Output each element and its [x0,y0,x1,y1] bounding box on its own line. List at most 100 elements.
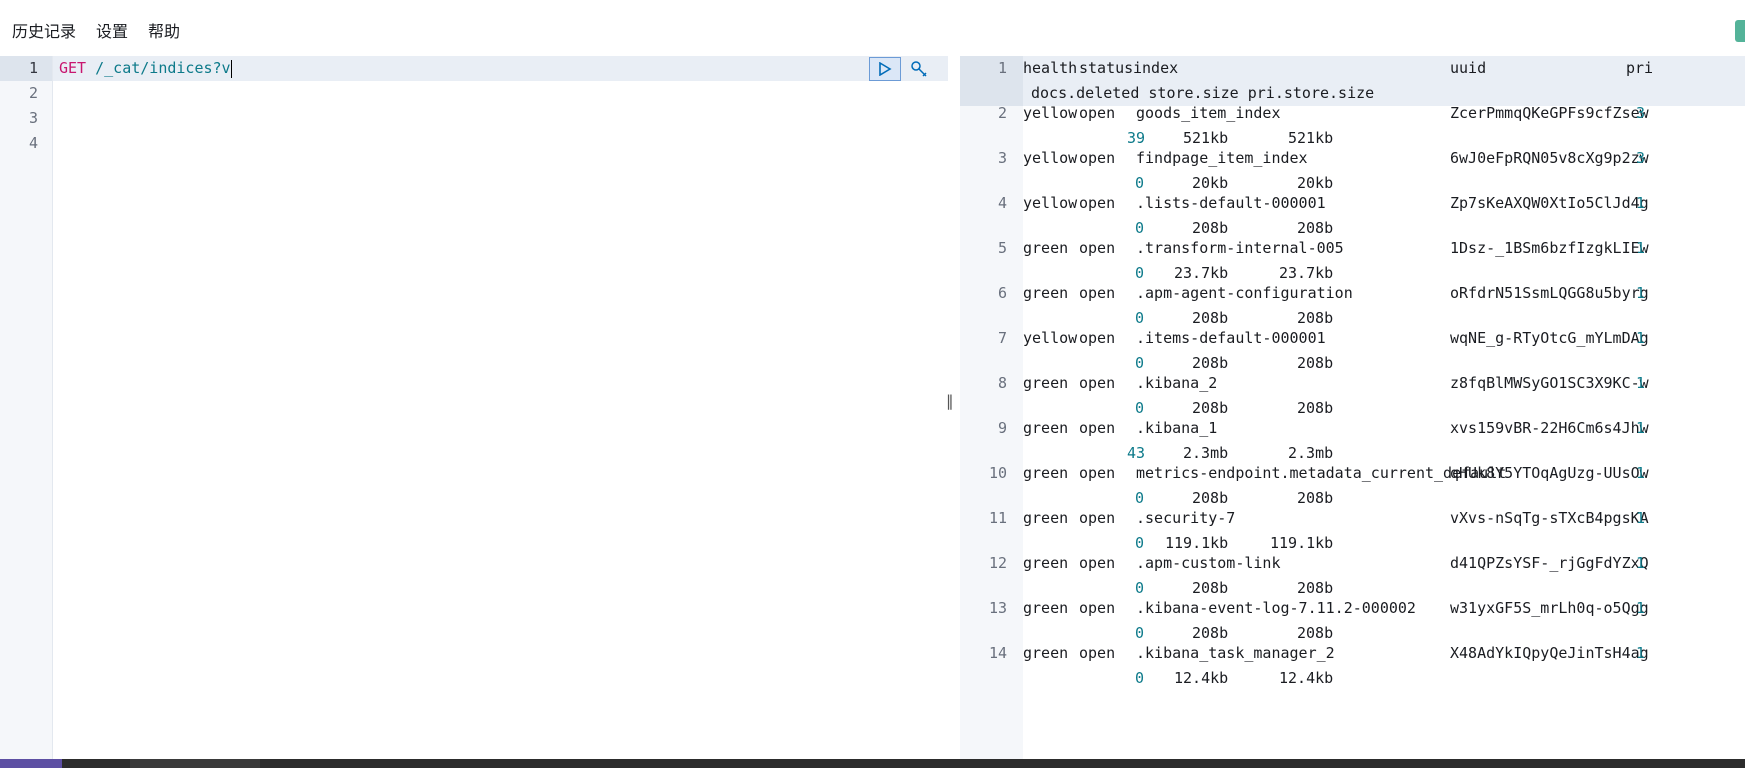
output-line-number: 5 [997,239,1007,257]
row-pri-store-size: 12.4kb [1279,669,1334,687]
row-status: open [1079,599,1116,617]
row-index: .transform-internal-005 [1136,239,1344,257]
output-header-row: health status index uuid pri docs.deleted sto… [1023,56,1745,106]
output-row: green open .security-7 vXvs-nSqTg-sTXcB4pgs… [1023,506,1745,556]
row-pri: 1 [1636,419,1646,437]
row-index: .apm-custom-link [1136,554,1281,572]
request-path: /_cat/indices?v [95,59,231,77]
output-row: green open .kibana_1 xvs159vBR-22H6Cm6s4Jhw… [1023,416,1745,466]
row-pri: 3 [1636,149,1646,167]
code-line[interactable] [53,81,948,106]
row-status: open [1079,239,1116,257]
output-line-number: 2 [997,104,1007,122]
row-health: green [1023,509,1069,527]
code-line[interactable] [53,106,948,131]
row-health: yellow [1023,329,1078,347]
http-method: GET [59,59,87,77]
row-health: green [1023,284,1069,302]
row-status: open [1079,464,1116,482]
output-line-number: 11 [988,509,1007,527]
row-health: green [1023,554,1069,572]
menu-help[interactable]: 帮助 [148,18,180,42]
menu-settings[interactable]: 设置 [96,18,128,42]
code-area[interactable]: GET /_cat/indices?v [53,56,948,759]
output-body: health status index uuid pri docs.deleted sto… [1023,56,1745,759]
row-status: open [1079,284,1116,302]
row-pri: 1 [1636,599,1646,617]
row-uuid: Zp7sKeAXQW0XtIo5ClJd4g [1450,194,1649,212]
text-cursor [230,59,232,78]
output-row: yellow open .lists-default-000001 Zp7sKeAXQ… [1023,191,1745,241]
row-status: open [1079,149,1116,167]
editor-line-number: 2 [28,84,38,102]
row-index: goods_item_index [1136,104,1281,122]
header-health: health [1023,59,1078,77]
header-pri: pri [1626,59,1654,77]
row-status: open [1079,194,1116,212]
output-line-number: 6 [997,284,1007,302]
row-health: green [1023,419,1069,437]
output-row: green open .transform-internal-005 1Dsz-_1B… [1023,236,1745,286]
row-health: yellow [1023,194,1078,212]
menu-history[interactable]: 历史记录 [12,18,76,42]
row-health: green [1023,374,1069,392]
header-index: index [1133,59,1179,77]
code-line[interactable] [53,131,948,156]
output-row: yellow open findpage_item_index 6wJ0eFpRQN0… [1023,146,1745,196]
output-row: green open .kibana_2 z8fqBlMWSyGO1SC3X9KC-w… [1023,371,1745,421]
row-health: yellow [1023,149,1078,167]
editor-gutter: 1 2 3 4 [0,56,53,759]
row-uuid: 6wJ0eFpRQN05v8cXg9p2zw [1450,149,1649,167]
output-line-number: 8 [997,374,1007,392]
code-line[interactable]: GET /_cat/indices?v [53,56,948,81]
row-pri: 1 [1636,644,1646,662]
row-index: .apm-agent-configuration [1136,284,1353,302]
row-index: .items-default-000001 [1136,329,1326,347]
wrench-icon [911,60,927,77]
output-line-number: 3 [997,149,1007,167]
output-active-line-highlight [960,56,1023,106]
output-line-number: 12 [988,554,1007,572]
row-index: .kibana_2 [1136,374,1218,392]
row-status: open [1079,509,1116,527]
output-row: green open .kibana-event-log-7.11.2-000002… [1023,596,1745,646]
row-uuid: qHUk8Y5YTOqAgUzg-UUsOw [1450,464,1649,482]
editor-line-number: 4 [28,134,38,152]
row-pri: 1 [1636,509,1646,527]
row-health: yellow [1023,104,1078,122]
corner-badge[interactable] [1735,20,1745,42]
row-uuid: w31yxGF5S_mrLh0q-o5Qgg [1450,599,1649,617]
row-status: open [1079,329,1116,347]
output-line-number: 10 [988,464,1007,482]
row-pri: 1 [1636,374,1646,392]
row-health: green [1023,599,1069,617]
request-actions [869,56,931,81]
row-index: .kibana_task_manager_2 [1136,644,1335,662]
taskbar [0,759,1745,768]
output-line-number: 1 [997,59,1007,77]
row-uuid: X48AdYkIQpyQeJinTsH4ag [1450,644,1649,662]
wrench-settings-button[interactable] [907,57,931,81]
row-uuid: d41QPZsYSF-_rjGgFdYZxQ [1450,554,1649,572]
row-pri: 1 [1636,554,1646,572]
taskbar-item[interactable] [130,759,260,768]
request-editor[interactable]: 1 2 3 4 GET /_cat/indices?v [0,56,948,759]
top-menu-bar: 历史记录 设置 帮助 [0,0,1745,52]
row-index: findpage_item_index [1136,149,1308,167]
row-status: open [1079,419,1116,437]
row-pri: 3 [1636,104,1646,122]
output-row: green open .apm-agent-configuration oRfdrN5… [1023,281,1745,331]
row-status: open [1079,644,1116,662]
row-status: open [1079,104,1116,122]
row-pri: 1 [1636,239,1646,257]
taskbar-item[interactable] [0,759,62,768]
row-pri: 1 [1636,284,1646,302]
drag-handle-icon[interactable]: ‖ [946,392,954,410]
row-uuid: vXvs-nSqTg-sTXcB4pgsKA [1450,509,1649,527]
row-uuid: oRfdrN51SsmLQGG8u5byrg [1450,284,1649,302]
run-request-button[interactable] [869,56,901,81]
header-uuid: uuid [1450,59,1487,77]
row-status: open [1079,554,1116,572]
output-row: green open metrics-endpoint.metadata_curre… [1023,461,1745,511]
output-gutter: 1 2 3 4 5 6 7 8 9 10 11 12 13 14 [960,56,1023,759]
